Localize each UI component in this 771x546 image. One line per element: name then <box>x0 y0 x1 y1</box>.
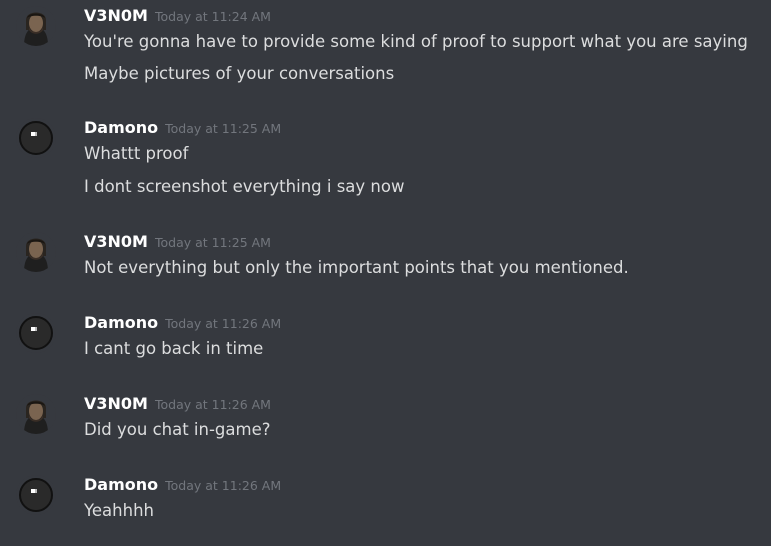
chat-messages: V3N0M Today at 11:24 AM You're gonna have… <box>0 0 771 546</box>
timestamp[interactable]: Today at 11:26 AM <box>165 478 281 493</box>
message-text: Did you chat in-game? <box>84 420 271 439</box>
username[interactable]: V3N0M <box>84 232 148 251</box>
message-header: V3N0M Today at 11:24 AM <box>84 4 271 28</box>
message-text: Not everything but only the important po… <box>84 258 629 277</box>
message-header: V3N0M Today at 11:25 AM <box>84 230 271 254</box>
message-text: You're gonna have to provide some kind o… <box>84 32 748 51</box>
dark-circle-eye-icon <box>16 475 56 515</box>
message-text: Yeahhhh <box>84 501 154 520</box>
message-header: Damono Today at 11:26 AM <box>84 311 281 335</box>
dark-circle-eye-icon <box>16 313 56 353</box>
avatar[interactable] <box>16 313 56 353</box>
message-header: V3N0M Today at 11:26 AM <box>84 392 271 416</box>
avatar[interactable] <box>16 394 56 434</box>
message-header: Damono Today at 11:26 AM <box>84 473 281 497</box>
avatar[interactable] <box>16 118 56 158</box>
timestamp[interactable]: Today at 11:26 AM <box>165 316 281 331</box>
timestamp[interactable]: Today at 11:24 AM <box>155 9 271 24</box>
username[interactable]: V3N0M <box>84 394 148 413</box>
profile-photo-icon <box>16 6 56 46</box>
username[interactable]: V3N0M <box>84 6 148 25</box>
timestamp[interactable]: Today at 11:26 AM <box>155 397 271 412</box>
message-text: I cant go back in time <box>84 339 264 358</box>
username[interactable]: Damono <box>84 475 158 494</box>
username[interactable]: Damono <box>84 118 158 137</box>
timestamp[interactable]: Today at 11:25 AM <box>155 235 271 250</box>
avatar[interactable] <box>16 6 56 46</box>
username[interactable]: Damono <box>84 313 158 332</box>
message-text: Maybe pictures of your conversations <box>84 64 395 83</box>
timestamp[interactable]: Today at 11:25 AM <box>165 121 281 136</box>
avatar[interactable] <box>16 232 56 272</box>
message-header: Damono Today at 11:25 AM <box>84 116 281 140</box>
profile-photo-icon <box>16 232 56 272</box>
message-text: I dont screenshot everything i say now <box>84 177 405 196</box>
message-text: Whattt proof <box>84 144 189 163</box>
profile-photo-icon <box>16 394 56 434</box>
avatar[interactable] <box>16 475 56 515</box>
dark-circle-eye-icon <box>16 118 56 158</box>
